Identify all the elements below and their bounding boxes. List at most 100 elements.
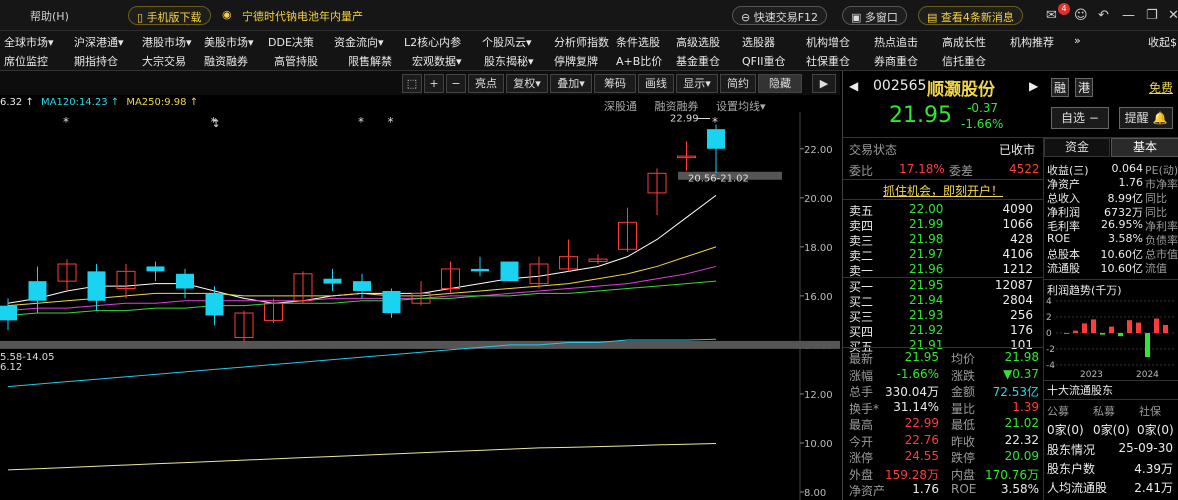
ask-volume: 1212: [1002, 262, 1033, 276]
alert-button[interactable]: 提醒 🔔: [1119, 107, 1173, 129]
toolbar-button-6[interactable]: 简约: [720, 74, 756, 93]
star-marker: *: [712, 115, 718, 129]
mobile-download-button[interactable]: ▯ 手机版下载: [128, 6, 211, 25]
menu-item-row1-16[interactable]: »: [1074, 34, 1081, 47]
menu-item-row1-17[interactable]: 收起$: [1148, 34, 1177, 50]
toolbar-button-2[interactable]: 叠加▾: [550, 74, 592, 93]
menu-item-row1-4[interactable]: DDE决策: [268, 34, 314, 50]
help-menu[interactable]: 帮助(H): [30, 8, 69, 24]
candle-body: [323, 278, 342, 284]
menu-item-row1-8[interactable]: 分析师指数: [554, 34, 609, 50]
ma120-value: MA120:14.23 ↑: [41, 97, 120, 108]
prev-stock-icon[interactable]: ◀: [849, 79, 858, 93]
alert-label: 提醒: [1124, 111, 1149, 125]
menu-item-row1-2[interactable]: 港股市场▾: [142, 34, 192, 50]
chart-toolbar: ⬚ + − 亮点 复权▾ 叠加▾ 筹码 画线 显示▾ 简约 隐藏 ▶: [0, 71, 840, 95]
stat-label: 跌停: [951, 451, 976, 465]
stat-label: 内盘: [951, 467, 976, 482]
menu-item-row2-7[interactable]: 股东揭秘▾: [484, 53, 534, 69]
menu-item-row2-3[interactable]: 融资融券: [204, 53, 248, 69]
zoom-out-icon[interactable]: −: [446, 74, 466, 93]
multi-window-button[interactable]: ▣ 多窗口: [842, 6, 907, 25]
stat-value: ▼0.37: [1003, 366, 1039, 381]
kline-chart[interactable]: 22.0020.0018.0016.0014.0012.0010.008.00*…: [0, 112, 840, 500]
holder-stat-label: 人均流通股: [1047, 481, 1108, 495]
fund-label: ROE: [1047, 232, 1071, 245]
user-icon[interactable]: ☺: [1074, 8, 1088, 23]
stat-value: 21.95: [904, 350, 939, 364]
ask-price: 21.99: [909, 217, 944, 231]
menu-item-row2-13[interactable]: 券商重仓: [874, 53, 918, 69]
menu-item-row2-14[interactable]: 信托重仓: [942, 53, 986, 69]
menu-item-row1-5[interactable]: 资金流向▾: [334, 34, 384, 50]
menu-item-row1-15[interactable]: 机构推荐: [1010, 34, 1054, 50]
back-icon[interactable]: ↶: [1098, 8, 1109, 23]
toolbar-button-3[interactable]: 筹码: [594, 74, 636, 93]
quick-trade-button[interactable]: ⊖ 快速交易F12: [732, 6, 828, 25]
candle-body: [471, 268, 489, 272]
view-news-button[interactable]: ▤ 查看4条新消息: [918, 6, 1023, 25]
menu-item-row1-3[interactable]: 美股市场▾: [204, 34, 254, 50]
fund-value: 3.58%: [1108, 232, 1143, 245]
holders-col-social: 社保: [1139, 405, 1161, 418]
stat-label: 涨停: [849, 451, 874, 465]
menu-item-row1-9[interactable]: 条件选股: [616, 34, 660, 50]
toolbar-button-7[interactable]: 隐藏: [758, 74, 802, 93]
candle-body: [500, 261, 519, 282]
toolbar-button-4[interactable]: 画线: [638, 74, 674, 93]
menu-item-row1-1[interactable]: 沪深港通▾: [74, 34, 124, 50]
fullscreen-icon[interactable]: ⬚: [402, 74, 422, 93]
maximize-icon[interactable]: ❐: [1146, 8, 1158, 23]
menu-item-row1-0[interactable]: 全球市场▾: [4, 34, 54, 50]
profit-bar: [1100, 333, 1105, 335]
menu-item-row2-0[interactable]: 席位监控: [4, 53, 48, 69]
minimize-icon[interactable]: —: [1122, 8, 1135, 23]
quote-panel: ◀ 002565 顺灏股份 ▶ 融 港 免费 21.95 -0.37 -1.66…: [842, 71, 1178, 500]
tab-fund[interactable]: 资金: [1044, 138, 1110, 157]
zoom-in-icon[interactable]: +: [424, 74, 444, 93]
profit-bar: [1073, 330, 1078, 333]
ma250-value: MA250:9.98 ↑: [126, 97, 199, 108]
close-icon[interactable]: ✕: [1168, 8, 1178, 23]
y-tick-label: 10.00: [804, 439, 833, 450]
add-watchlist-button[interactable]: 自选 −: [1051, 107, 1109, 129]
menu-item-row1-6[interactable]: L2核心内参: [404, 34, 461, 50]
ask-volume: 428: [1010, 232, 1033, 246]
toolbar-button-0[interactable]: 亮点: [468, 74, 504, 93]
menu-item-row1-7[interactable]: 个股风云▾: [482, 34, 532, 50]
menu-item-row2-5[interactable]: 限售解禁: [348, 53, 392, 69]
menu-item-row1-10[interactable]: 高级选股: [676, 34, 720, 50]
menu-item-row1-14[interactable]: 高成长性: [942, 34, 986, 50]
menu-item-row1-12[interactable]: 机构增仓: [806, 34, 850, 50]
profit-bar: [1145, 333, 1150, 357]
function-menu-bar: 全球市场▾ 沪深港通▾ 港股市场▾ 美股市场▾ DDE决策 资金流向▾ L2核心内参 个股风云…: [0, 31, 1178, 71]
fund-value: 0.064: [1111, 162, 1144, 175]
next-stock-icon[interactable]: ▶: [1029, 79, 1038, 93]
menu-item-row2-11[interactable]: QFII重仓: [742, 53, 785, 69]
news-headline-link[interactable]: 宁德时代钠电池年内量产: [242, 8, 363, 24]
menu-item-row2-8[interactable]: 停牌复牌: [554, 53, 598, 69]
panel-toggle-icon[interactable]: ▶: [812, 74, 836, 93]
menu-item-row2-4[interactable]: 高管持股: [274, 53, 318, 69]
menu-item-row2-2[interactable]: 大宗交易: [142, 53, 186, 69]
menu-item-row2-1[interactable]: 期指持仓: [74, 53, 118, 69]
toolbar-button-1[interactable]: 复权▾: [506, 74, 548, 93]
ask-price: 22.00: [909, 202, 944, 216]
title-bar: 帮助(H) ▯ 手机版下载 ◉ 宁德时代钠电池年内量产 ⊖ 快速交易F12 ▣ …: [0, 0, 1178, 31]
open-account-link[interactable]: 抓住机会，即刻开户！: [883, 182, 1003, 199]
menu-item-row2-6[interactable]: 宏观数据▾: [412, 53, 462, 69]
toolbar-button-5[interactable]: 显示▾: [676, 74, 718, 93]
free-link[interactable]: 免费: [1149, 79, 1173, 96]
stat-value: 22.99: [904, 416, 939, 430]
menu-item-row1-13[interactable]: 热点追击: [874, 34, 918, 50]
menu-item-row2-9[interactable]: A+B比价: [616, 53, 662, 69]
menu-item-row1-11[interactable]: 选股器: [742, 34, 775, 50]
stat-value: 1.39: [1012, 399, 1039, 414]
menu-item-row2-12[interactable]: 社保重仓: [806, 53, 850, 69]
candle-body: [0, 305, 17, 321]
menu-item-row2-10[interactable]: 基金重仓: [676, 53, 720, 69]
tab-basic[interactable]: 基本: [1111, 138, 1178, 157]
holders-title[interactable]: 十大流通股东: [1047, 382, 1113, 398]
watchlist-label: 自选: [1061, 111, 1086, 125]
mail-icon[interactable]: ✉: [1046, 8, 1057, 23]
